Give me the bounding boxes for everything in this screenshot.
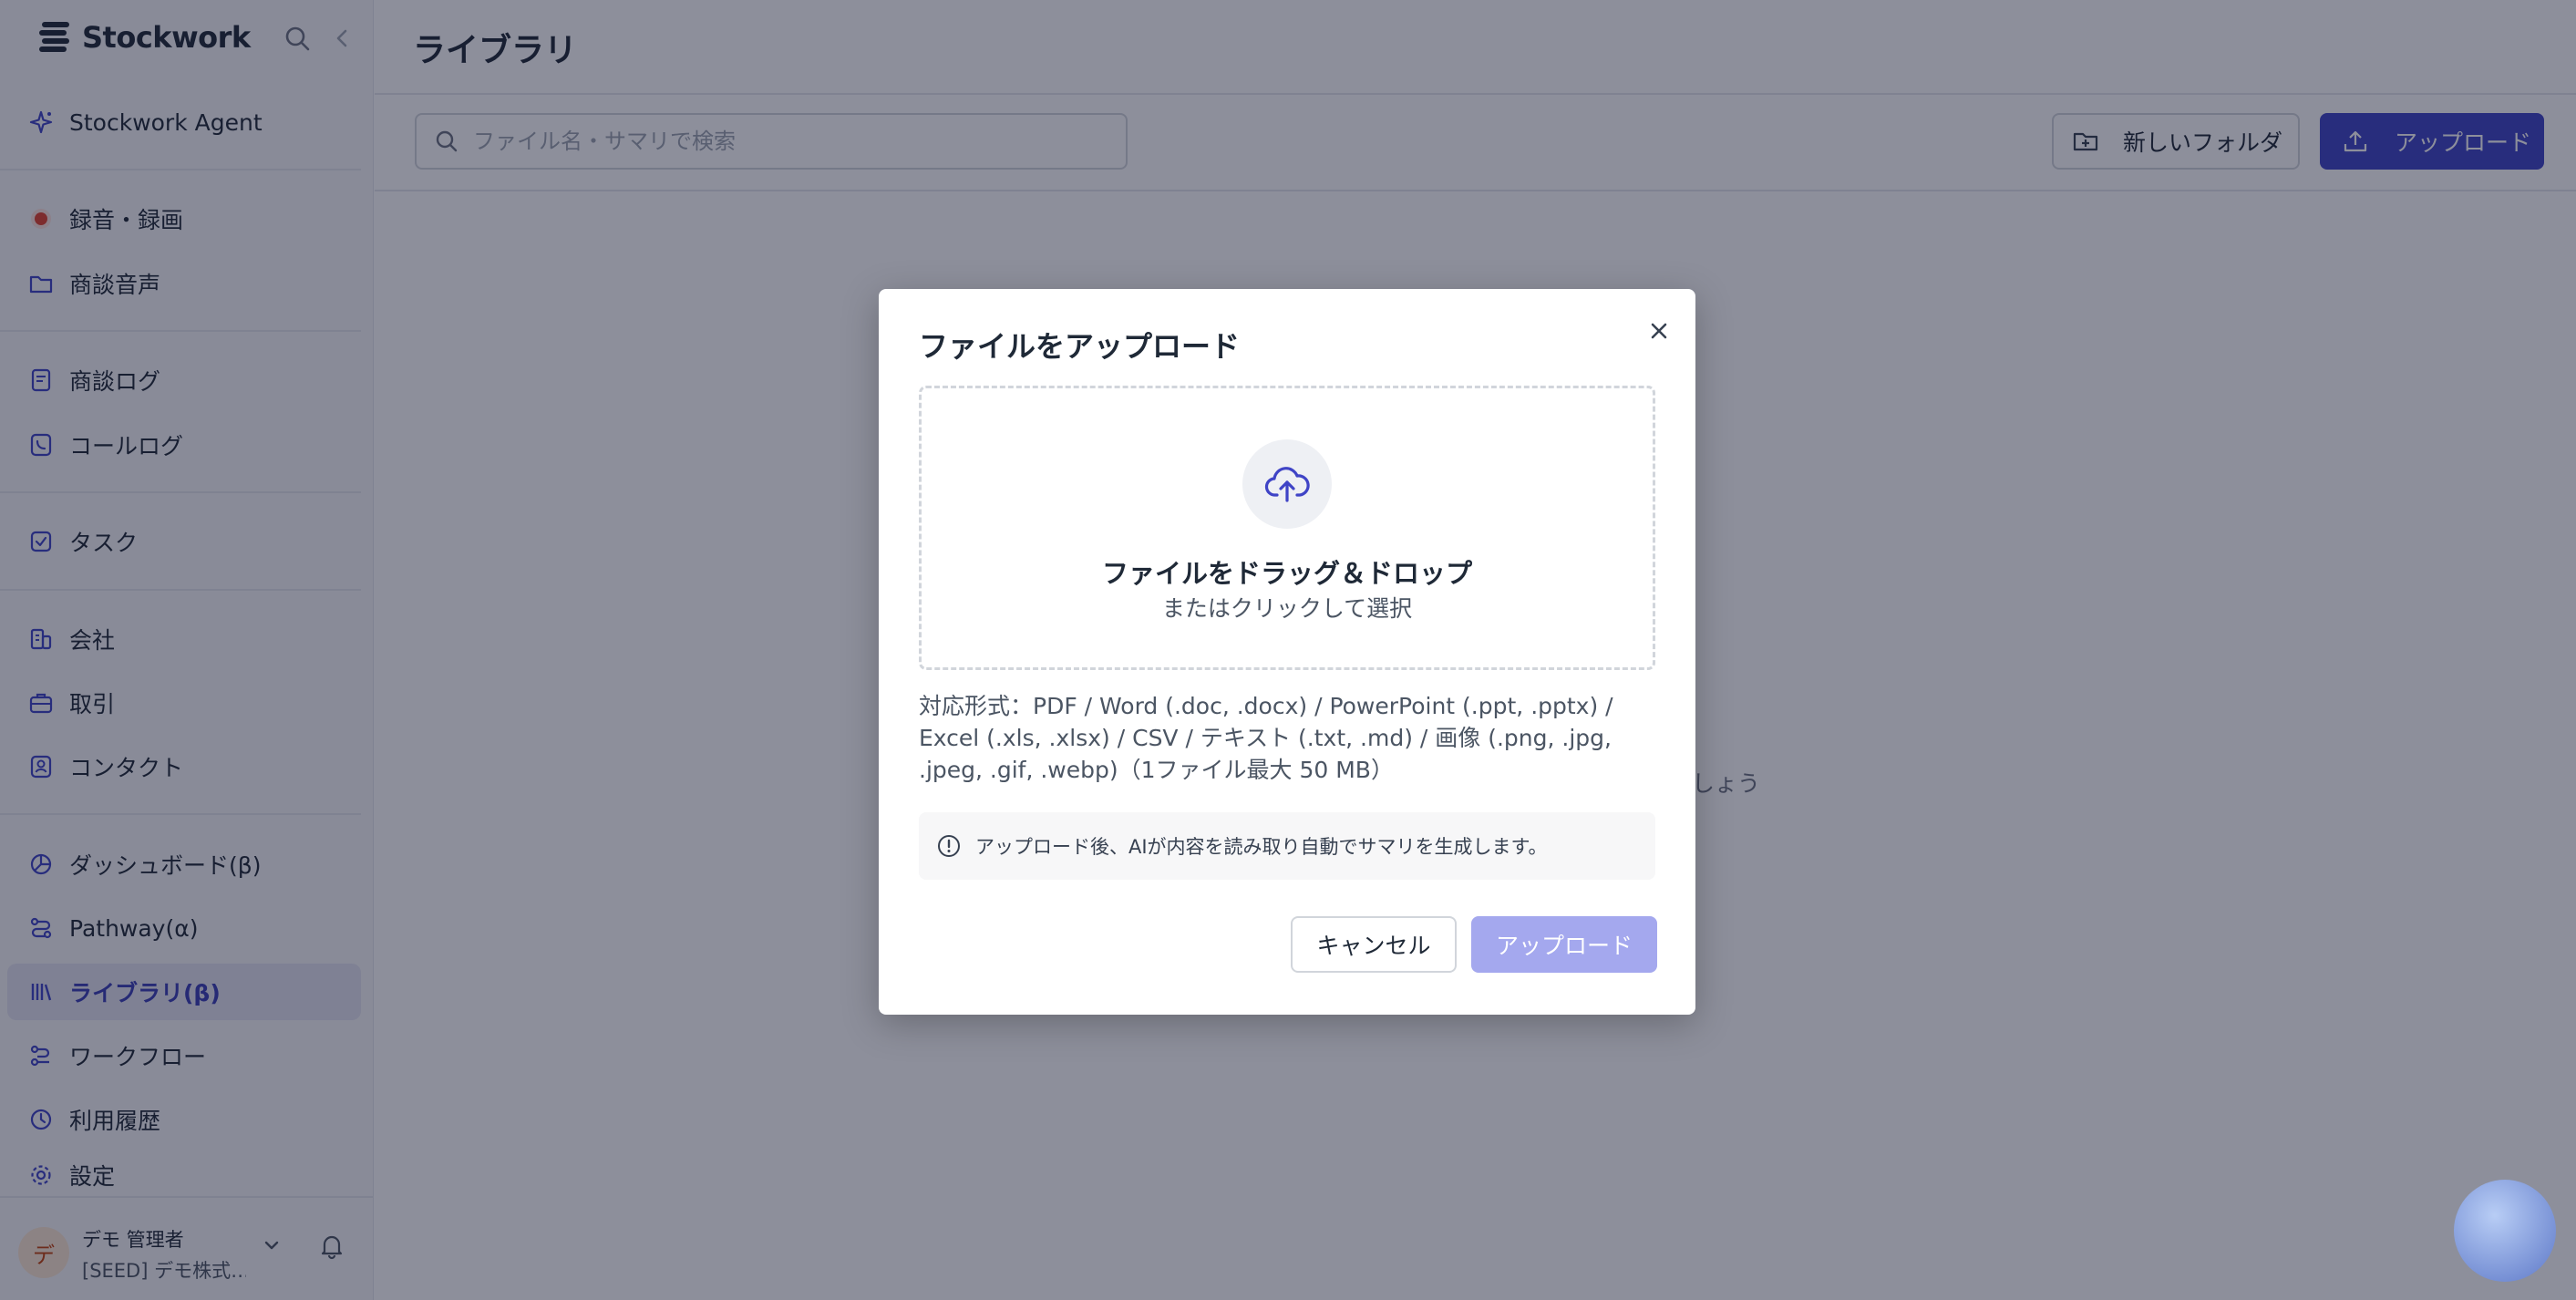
upload-circle <box>1242 439 1332 529</box>
file-dropzone[interactable]: ファイルをドラッグ＆ドロップ またはクリックして選択 <box>919 386 1655 670</box>
info-text: アップロード後、AIが内容を読み取り自動でサマリを生成します。 <box>975 836 1548 858</box>
info-icon <box>938 835 960 857</box>
dialog-title: ファイルをアップロード <box>919 329 1241 364</box>
cloud-upload-icon <box>1264 467 1310 502</box>
upload-dialog: ファイルをアップロード ファイルをドラッグ＆ドロップ またはクリックして選択 対… <box>879 289 1695 1015</box>
dropzone-subtitle: またはクリックして選択 <box>1161 595 1413 622</box>
cancel-button[interactable]: キャンセル <box>1291 916 1457 973</box>
dropzone-title: ファイルをドラッグ＆ドロップ <box>1101 558 1472 589</box>
supported-formats-text: 対応形式：PDF / Word (.doc, .docx) / PowerPoi… <box>919 693 1613 783</box>
close-icon <box>1651 323 1667 339</box>
assistant-mascot-icon[interactable] <box>2454 1180 2556 1282</box>
info-notice: アップロード後、AIが内容を読み取り自動でサマリを生成します。 <box>919 812 1655 880</box>
close-button[interactable] <box>1641 313 1677 349</box>
submit-upload-button[interactable]: アップロード <box>1471 916 1657 973</box>
